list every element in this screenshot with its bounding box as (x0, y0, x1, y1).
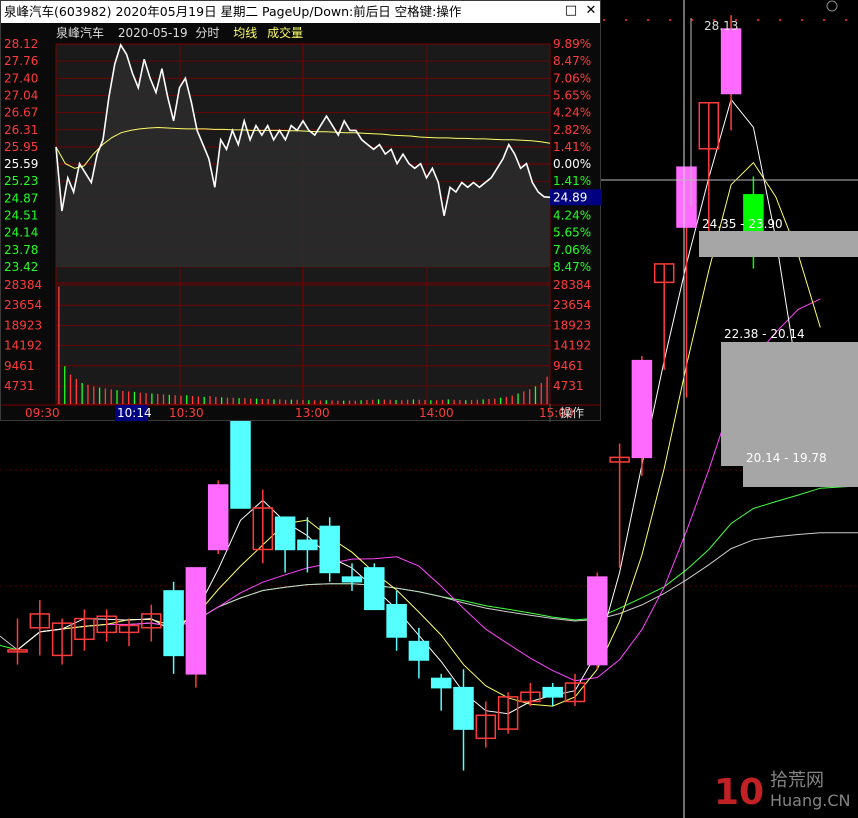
gap-zone-label: 24.35 - 23.90 (702, 217, 783, 231)
top-dot-marker (757, 19, 759, 21)
candle-body (274, 516, 296, 551)
corner-circle-icon (826, 0, 838, 12)
top-dot-marker (713, 19, 715, 21)
percent-axis-label: 5.65% (553, 88, 591, 102)
percent-axis-label: 2.82% (553, 123, 591, 137)
time-axis-label: 13:00 (295, 406, 330, 420)
volume-axis-label-right: 9461 (553, 359, 584, 373)
ops-button[interactable]: 操作 (560, 405, 584, 420)
volume-axis-label: 28384 (4, 278, 42, 292)
volume-axis-label: 14192 (4, 339, 42, 353)
gap-zone (721, 342, 858, 466)
avg-line-legend[interactable]: 均线 (233, 26, 257, 40)
candle-body (163, 590, 184, 657)
price-axis-label: 24.14 (4, 226, 38, 240)
percent-axis-label: 5.65% (553, 226, 591, 240)
candle-body (676, 166, 697, 228)
price-axis-label: 27.04 (4, 88, 38, 102)
price-axis-label: 26.67 (4, 106, 38, 120)
top-dot-marker (691, 19, 693, 21)
peak-price-label: 28.13 (704, 19, 738, 33)
price-axis-label: 27.76 (4, 54, 38, 68)
volume-axis-label-right: 23654 (553, 298, 591, 312)
popup-subtitle: 泉峰汽车 2020-05-19 分时 均线 成交量 (56, 24, 313, 42)
candle-body (453, 686, 474, 730)
gap-zone (743, 465, 858, 487)
candle-body (542, 686, 563, 698)
volume-legend[interactable]: 成交量 (267, 26, 303, 40)
top-dot-marker (625, 19, 627, 21)
price-axis-label: 25.59 (4, 157, 38, 171)
svg-text:Huang.CN: Huang.CN (770, 791, 851, 810)
cursor-time-label: 10:14 (117, 406, 152, 420)
volume-axis-label: 18923 (4, 318, 42, 332)
price-axis-label: 27.40 (4, 71, 38, 85)
volume-axis-label: 9461 (4, 359, 35, 373)
chart-date: 2020-05-19 (117, 26, 188, 40)
candle-body (408, 640, 430, 661)
price-axis-label: 23.78 (4, 243, 38, 257)
price-axis-label: 24.87 (4, 191, 38, 205)
candle-body (341, 576, 363, 583)
chart-mode: 分时 (195, 26, 220, 40)
candle-body (631, 359, 653, 459)
candle-body (720, 28, 742, 95)
volume-axis-label: 4731 (4, 379, 35, 393)
candle-body (297, 539, 318, 551)
volume-axis-label-right: 28384 (553, 278, 591, 292)
percent-axis-label: 0.00% (553, 157, 591, 171)
percent-axis-label: 4.24% (553, 106, 591, 120)
stock-name: 泉峰汽车 (56, 26, 105, 40)
volume-axis-label-right: 18923 (553, 318, 591, 332)
price-axis-label: 25.95 (4, 140, 38, 154)
top-dot-marker (647, 19, 649, 21)
current-price-label: 24.89 (553, 190, 587, 204)
percent-axis-label: 1.41% (553, 140, 591, 154)
top-dot-marker (801, 19, 803, 21)
gap-zone-label: 22.38 - 20.14 (724, 327, 805, 341)
top-dot-marker (823, 19, 825, 21)
candle-body (430, 677, 452, 689)
volume-axis-label-right: 14192 (553, 339, 591, 353)
top-dot-marker (779, 19, 781, 21)
volume-axis-label: 23654 (4, 298, 42, 312)
intraday-chart[interactable]: 28.12 27.76 27.40 27.04 26.67 26.31 25.95 25.59… (1, 1, 602, 422)
percent-axis-label: 8.47% (553, 260, 591, 274)
gap-zone (699, 231, 858, 257)
top-dot-marker (669, 19, 671, 21)
time-axis-label: 10:30 (169, 406, 204, 420)
gap-zone-label: 20.14 - 19.78 (746, 451, 827, 465)
price-axis-label: 23.42 (4, 260, 38, 274)
candle-body (319, 525, 340, 574)
top-dot-marker (603, 19, 605, 21)
price-axis-label: 28.12 (4, 37, 38, 51)
volume-axis-label-right: 4731 (553, 379, 584, 393)
candle-body (364, 567, 385, 611)
percent-axis-label: 8.47% (553, 54, 591, 68)
candle-body (230, 415, 251, 509)
percent-axis-label: 4.24% (553, 209, 591, 223)
candle-body (185, 567, 207, 675)
percent-axis-label: 9.89% (553, 37, 591, 51)
price-axis-label: 25.23 (4, 174, 38, 188)
time-axis-label: 14:00 (419, 406, 454, 420)
time-axis-label: 09:30 (25, 406, 60, 420)
svg-text:10: 10 (714, 772, 764, 812)
top-dot-marker (735, 19, 737, 21)
candle-body (386, 603, 407, 638)
candle-body (207, 484, 229, 551)
price-axis-label: 26.31 (4, 123, 38, 137)
percent-axis-label: 1.41% (553, 174, 591, 188)
site-watermark-logo: 10 拾荒网 Huang.CN (714, 770, 851, 812)
svg-text:拾荒网: 拾荒网 (770, 770, 824, 791)
percent-axis-label: 7.06% (553, 71, 591, 85)
candle-body (587, 576, 608, 666)
intraday-popup-window[interactable]: 泉峰汽车(603982) 2020年05月19日 星期二 PageUp/Down… (0, 0, 602, 422)
top-dot-marker (845, 19, 847, 21)
percent-axis-label: 7.06% (553, 243, 591, 257)
price-axis-label: 24.51 (4, 209, 38, 223)
